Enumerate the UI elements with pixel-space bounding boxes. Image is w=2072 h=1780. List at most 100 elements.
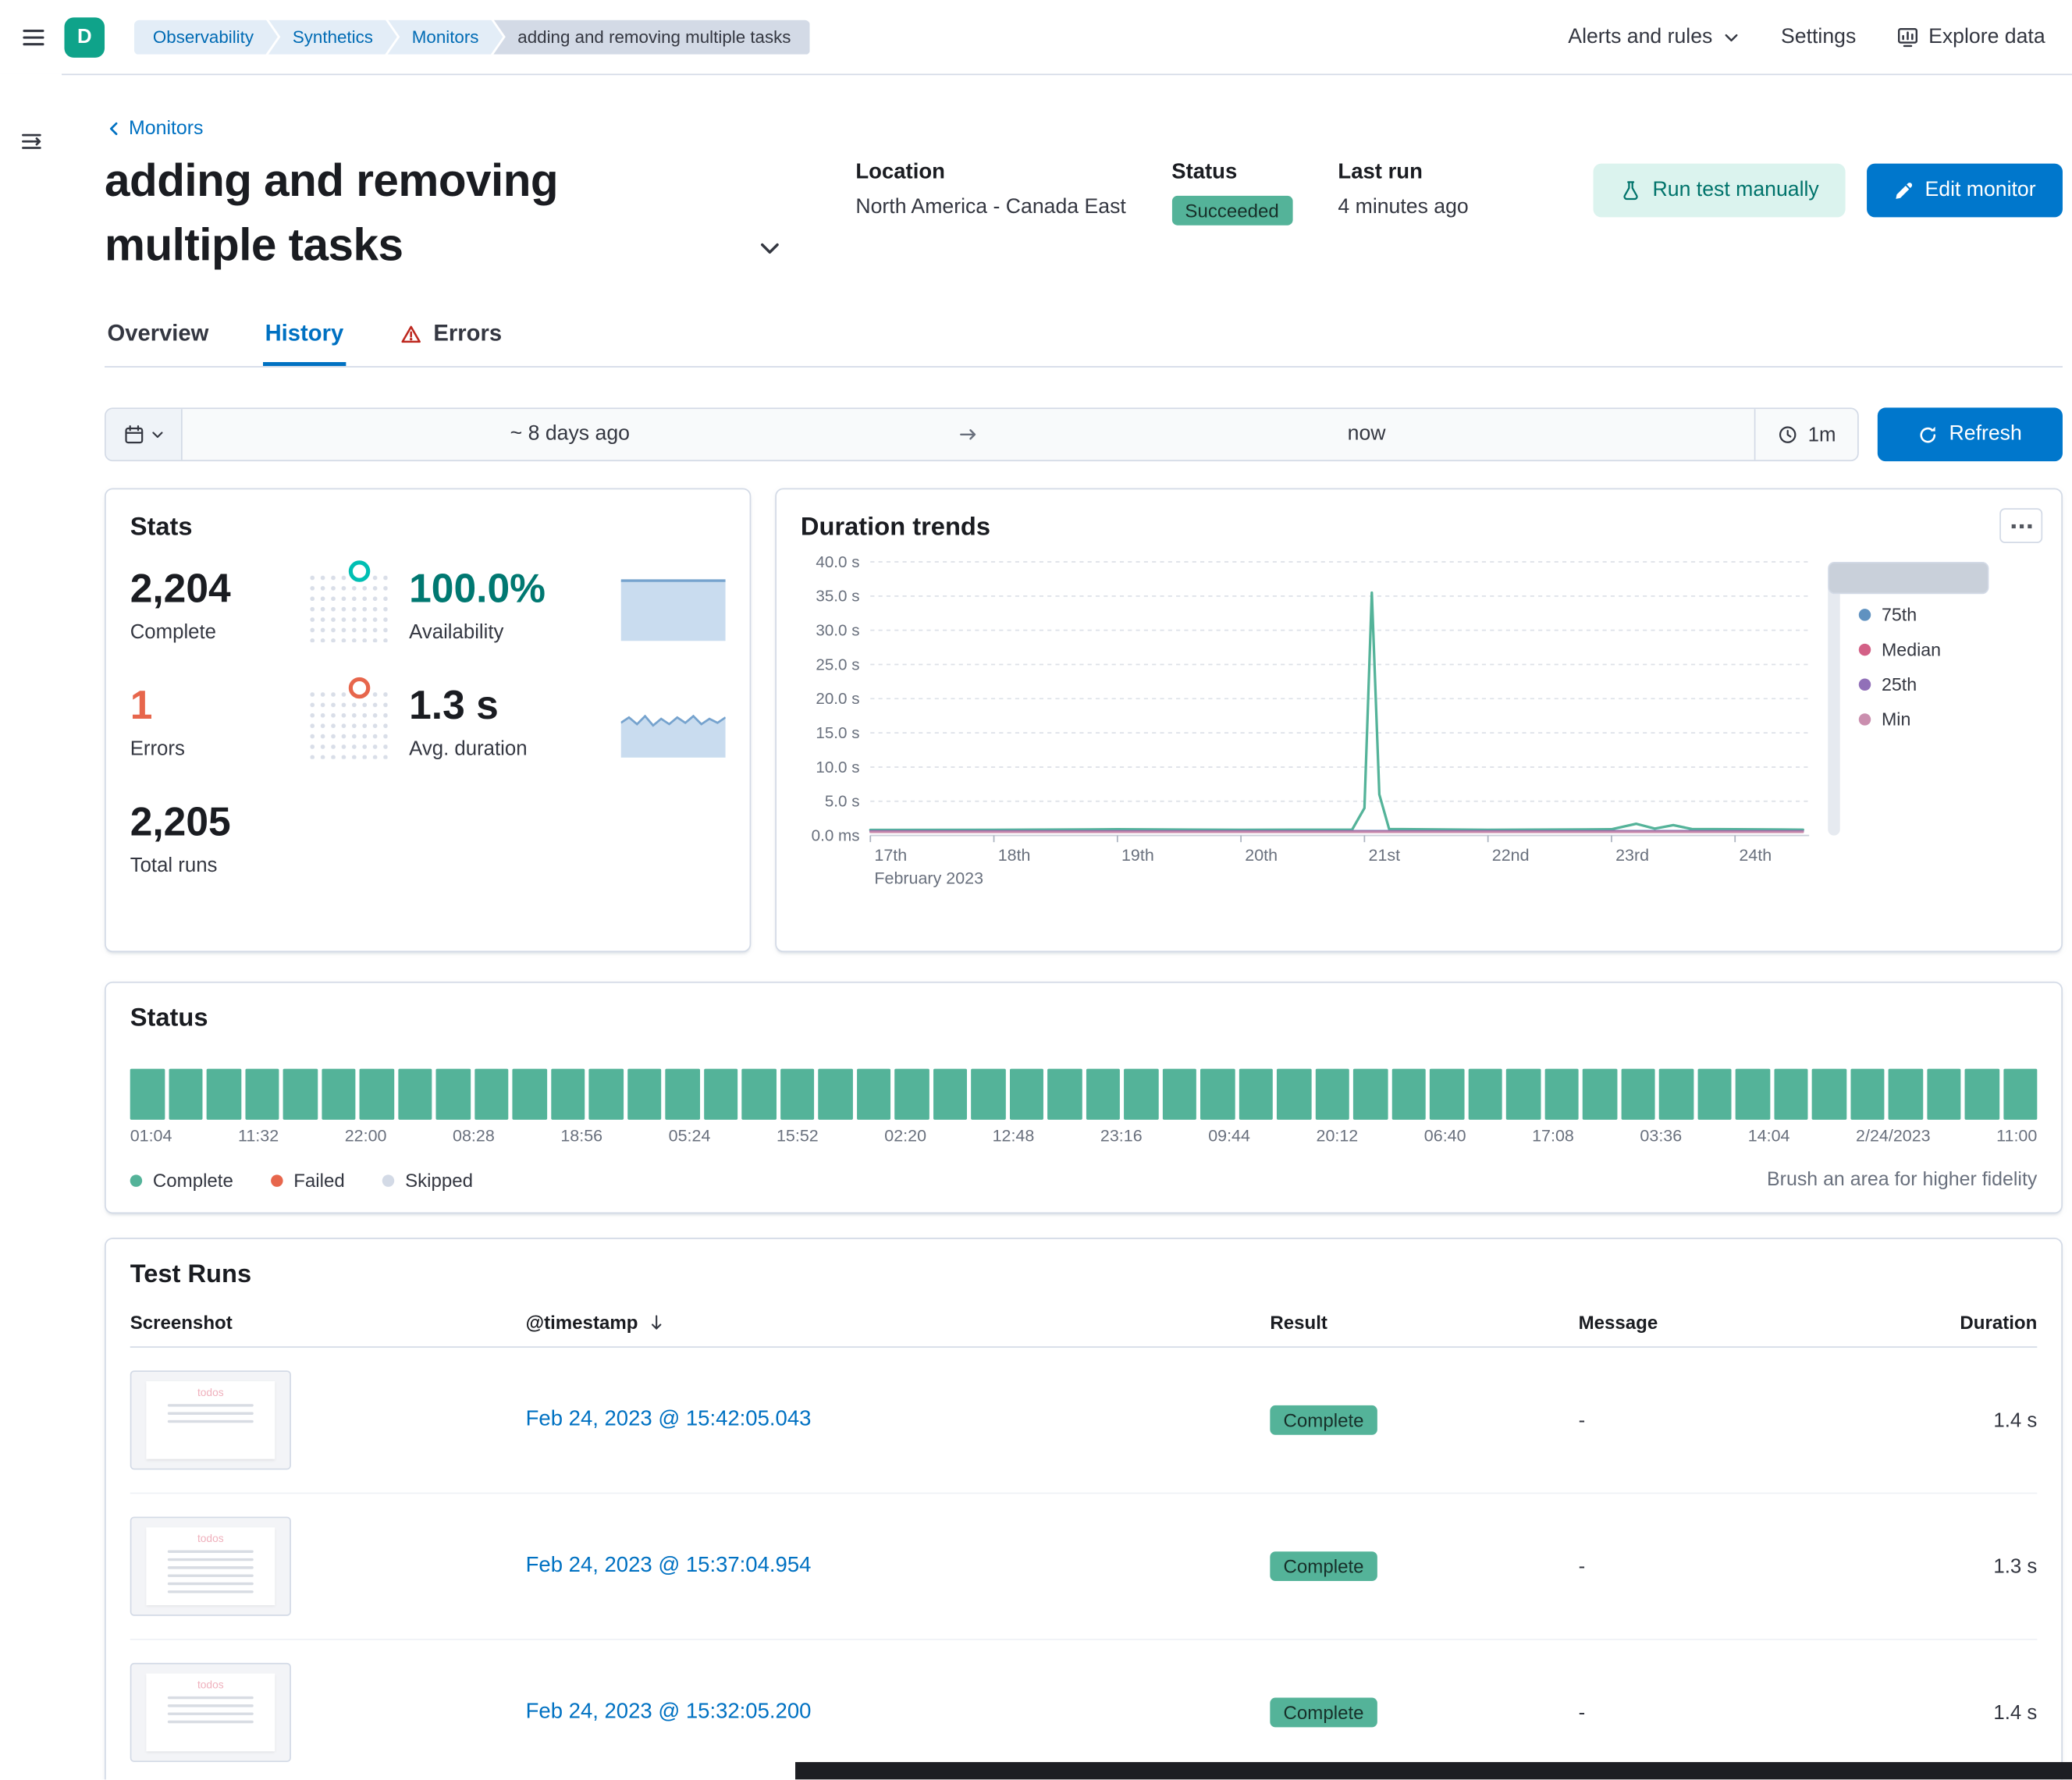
- status-bar[interactable]: [665, 1069, 699, 1120]
- x-axis-label: 18:56: [560, 1127, 602, 1146]
- status-bar[interactable]: [1927, 1069, 1961, 1120]
- timestamp-link[interactable]: Feb 24, 2023 @ 15:37:04.954: [526, 1554, 812, 1577]
- screenshot-cell: todos: [130, 1663, 526, 1762]
- legend-item[interactable]: 75th: [1859, 605, 1982, 625]
- status-bar[interactable]: [1850, 1069, 1885, 1120]
- end-date-button[interactable]: now: [979, 409, 1754, 460]
- status-bar[interactable]: [1889, 1069, 1923, 1120]
- status-bar[interactable]: [1544, 1069, 1579, 1120]
- status-bar[interactable]: [818, 1069, 852, 1120]
- x-axis-label: 12:48: [993, 1127, 1035, 1146]
- space-avatar[interactable]: D: [64, 16, 105, 57]
- status-bar[interactable]: [588, 1069, 623, 1120]
- table-row: todosFeb 24, 2023 @ 15:37:04.954Complete…: [130, 1494, 2038, 1640]
- stat-availability: 100.0% Availability: [304, 567, 726, 644]
- status-bar[interactable]: [1774, 1069, 1808, 1120]
- status-bar[interactable]: [1736, 1069, 1770, 1120]
- status-bar[interactable]: [894, 1069, 929, 1120]
- chart-options-icon[interactable]: [1999, 509, 2042, 544]
- error-marker-icon: [349, 677, 370, 698]
- status-bar[interactable]: [1353, 1069, 1388, 1120]
- status-bar[interactable]: [971, 1069, 1005, 1120]
- screenshot-thumbnail[interactable]: todos: [130, 1517, 291, 1616]
- status-bar[interactable]: [1430, 1069, 1464, 1120]
- status-bar[interactable]: [703, 1069, 737, 1120]
- legend-item[interactable]: 25th: [1859, 675, 1982, 695]
- monitor-header: adding and removing multiple tasks Locat…: [105, 150, 2063, 278]
- quick-select-button[interactable]: [106, 409, 183, 460]
- breadcrumb[interactable]: Synthetics: [268, 20, 397, 55]
- status-bar[interactable]: [207, 1069, 241, 1120]
- legend-item[interactable]: Median: [1859, 640, 1982, 660]
- refresh-label: Refresh: [1949, 423, 2022, 447]
- status-bar[interactable]: [1965, 1069, 1999, 1120]
- expand-sidebar-icon[interactable]: [20, 127, 42, 154]
- refresh-interval-button[interactable]: 1m: [1754, 409, 1857, 460]
- status-bar[interactable]: [550, 1069, 585, 1120]
- tab-errors[interactable]: Errors: [397, 313, 505, 367]
- status-bar[interactable]: [1009, 1069, 1043, 1120]
- timestamp-link[interactable]: Feb 24, 2023 @ 15:32:05.200: [526, 1700, 812, 1723]
- edit-monitor-button[interactable]: Edit monitor: [1868, 164, 2063, 218]
- breadcrumb[interactable]: Observability: [134, 20, 278, 55]
- screenshot-thumbnail[interactable]: todos: [130, 1371, 291, 1470]
- monitor-selector-chevron-icon[interactable]: [756, 235, 783, 261]
- status-bar[interactable]: [933, 1069, 967, 1120]
- menu-icon[interactable]: [21, 25, 45, 49]
- status-bar[interactable]: [1239, 1069, 1273, 1120]
- alerts-and-rules-menu[interactable]: Alerts and rules: [1568, 25, 1740, 49]
- status-bar[interactable]: [1277, 1069, 1311, 1120]
- status-bar[interactable]: [512, 1069, 546, 1120]
- screenshot-thumbnail[interactable]: todos: [130, 1663, 291, 1762]
- status-bar[interactable]: [474, 1069, 508, 1120]
- duration-sparkline: [621, 687, 726, 757]
- clock-icon: [1777, 424, 1798, 445]
- status-bar[interactable]: [1200, 1069, 1235, 1120]
- tab-history[interactable]: History: [262, 313, 347, 367]
- status-bar[interactable]: [1506, 1069, 1541, 1120]
- status-bar[interactable]: [1659, 1069, 1693, 1120]
- duration-chart[interactable]: 0.0 ms5.0 s10.0 s15.0 s20.0 s25.0 s30.0 …: [801, 549, 1820, 894]
- status-bar[interactable]: [130, 1069, 165, 1120]
- status-bar[interactable]: [398, 1069, 432, 1120]
- run-test-manually-button[interactable]: Run test manually: [1594, 164, 1846, 218]
- status-bar[interactable]: [1315, 1069, 1349, 1120]
- refresh-button[interactable]: Refresh: [1878, 408, 2063, 462]
- status-bar[interactable]: [627, 1069, 661, 1120]
- status-bar[interactable]: [169, 1069, 203, 1120]
- status-bar[interactable]: [322, 1069, 356, 1120]
- status-bars[interactable]: [130, 1069, 2038, 1120]
- timestamp-cell: Feb 24, 2023 @ 15:32:05.200: [526, 1700, 1271, 1725]
- breadcrumb[interactable]: Monitors: [388, 20, 503, 55]
- status-bar[interactable]: [1162, 1069, 1196, 1120]
- status-bar[interactable]: [1124, 1069, 1158, 1120]
- column-timestamp[interactable]: @timestamp: [526, 1312, 1271, 1333]
- status-bar[interactable]: [1621, 1069, 1655, 1120]
- status-bar[interactable]: [360, 1069, 394, 1120]
- column-result: Result: [1270, 1312, 1578, 1333]
- back-to-monitors-link[interactable]: Monitors: [105, 118, 203, 139]
- status-bar[interactable]: [435, 1069, 470, 1120]
- status-bar[interactable]: [1583, 1069, 1617, 1120]
- status-bar[interactable]: [1391, 1069, 1426, 1120]
- chart-scrollbar[interactable]: [1828, 562, 1839, 836]
- breadcrumb[interactable]: adding and removing multiple tasks: [493, 20, 809, 55]
- status-bar[interactable]: [1468, 1069, 1502, 1120]
- status-bar[interactable]: [1697, 1069, 1732, 1120]
- status-bar[interactable]: [1086, 1069, 1120, 1120]
- scrollbar-thumb[interactable]: [1828, 562, 1988, 594]
- status-bar[interactable]: [856, 1069, 890, 1120]
- status-bar[interactable]: [283, 1069, 318, 1120]
- tab-overview[interactable]: Overview: [105, 313, 211, 367]
- status-bar[interactable]: [741, 1069, 776, 1120]
- settings-link[interactable]: Settings: [1781, 25, 1856, 49]
- status-bar[interactable]: [1812, 1069, 1846, 1120]
- explore-data-link[interactable]: Explore data: [1896, 25, 2045, 49]
- timestamp-link[interactable]: Feb 24, 2023 @ 15:42:05.043: [526, 1409, 812, 1431]
- status-bar[interactable]: [1047, 1069, 1082, 1120]
- status-bar[interactable]: [245, 1069, 279, 1120]
- legend-item[interactable]: Min: [1859, 709, 1982, 730]
- start-date-button[interactable]: ~ 8 days ago: [183, 409, 958, 460]
- status-bar[interactable]: [2003, 1069, 2038, 1120]
- status-bar[interactable]: [780, 1069, 814, 1120]
